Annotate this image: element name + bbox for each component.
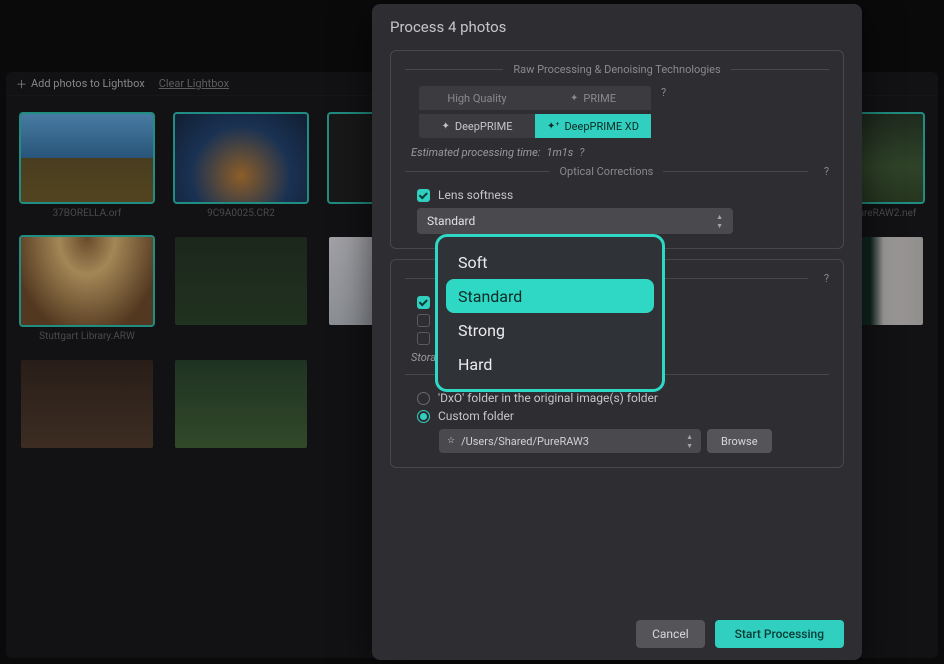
dng-checkbox[interactable] <box>417 296 430 309</box>
stepper-icon: ▲▼ <box>716 213 723 230</box>
lens-softness-label: Lens softness <box>438 188 513 202</box>
sparkle-icon: ✦⁺ <box>547 121 559 132</box>
method-deepprime-xd[interactable]: ✦⁺DeepPRIME XD <box>535 114 651 138</box>
method-button-group: High Quality ✦PRIME ✦DeepPRIME ✦⁺DeepPRI… <box>419 86 651 138</box>
dropdown-option-standard[interactable]: Standard <box>446 279 654 313</box>
dropdown-option-soft[interactable]: Soft <box>446 245 654 279</box>
dropdown-option-hard[interactable]: Hard <box>446 347 654 381</box>
section-header: Optical Corrections <box>559 165 653 178</box>
sparkle-icon: ✦ <box>570 93 578 104</box>
section-header: Raw Processing & Denoising Technologies <box>513 63 720 76</box>
method-prime[interactable]: ✦PRIME <box>535 86 651 110</box>
start-processing-button[interactable]: Start Processing <box>715 620 844 648</box>
cancel-button[interactable]: Cancel <box>636 620 705 648</box>
dialog-title: Process 4 photos <box>390 18 844 36</box>
tiff-checkbox[interactable] <box>417 332 430 345</box>
help-icon[interactable]: ? <box>579 146 584 159</box>
destination-path-input[interactable]: ☆/Users/Shared/PureRAW3 ▲▼ <box>439 429 701 453</box>
help-icon[interactable]: ? <box>824 272 829 285</box>
sparkle-icon: ✦ <box>441 121 449 132</box>
destination-custom-label: Custom folder <box>438 409 514 423</box>
dialog-footer: Cancel Start Processing <box>390 618 844 648</box>
destination-custom-radio[interactable] <box>417 410 430 423</box>
destination-dxo-radio[interactable] <box>417 392 430 405</box>
estimated-time: Estimated processing time: 1m1s ? <box>411 146 829 159</box>
dropdown-option-strong[interactable]: Strong <box>446 313 654 347</box>
lens-softness-dropdown: Soft Standard Strong Hard <box>435 234 665 392</box>
method-deepprime[interactable]: ✦DeepPRIME <box>419 114 535 138</box>
jpg-checkbox[interactable] <box>417 314 430 327</box>
browse-button[interactable]: Browse <box>707 429 772 453</box>
lens-softness-checkbox[interactable] <box>417 189 430 202</box>
destination-dxo-label: 'DxO' folder in the original image(s) fo… <box>438 391 658 405</box>
star-icon: ☆ <box>447 436 455 446</box>
method-high-quality[interactable]: High Quality <box>419 86 535 110</box>
help-icon[interactable]: ? <box>824 165 829 178</box>
raw-processing-section: Raw Processing & Denoising Technologies … <box>390 50 844 249</box>
help-icon[interactable]: ? <box>661 86 666 99</box>
lens-softness-select[interactable]: Standard ▲▼ <box>417 208 733 234</box>
stepper-icon: ▲▼ <box>686 433 693 450</box>
